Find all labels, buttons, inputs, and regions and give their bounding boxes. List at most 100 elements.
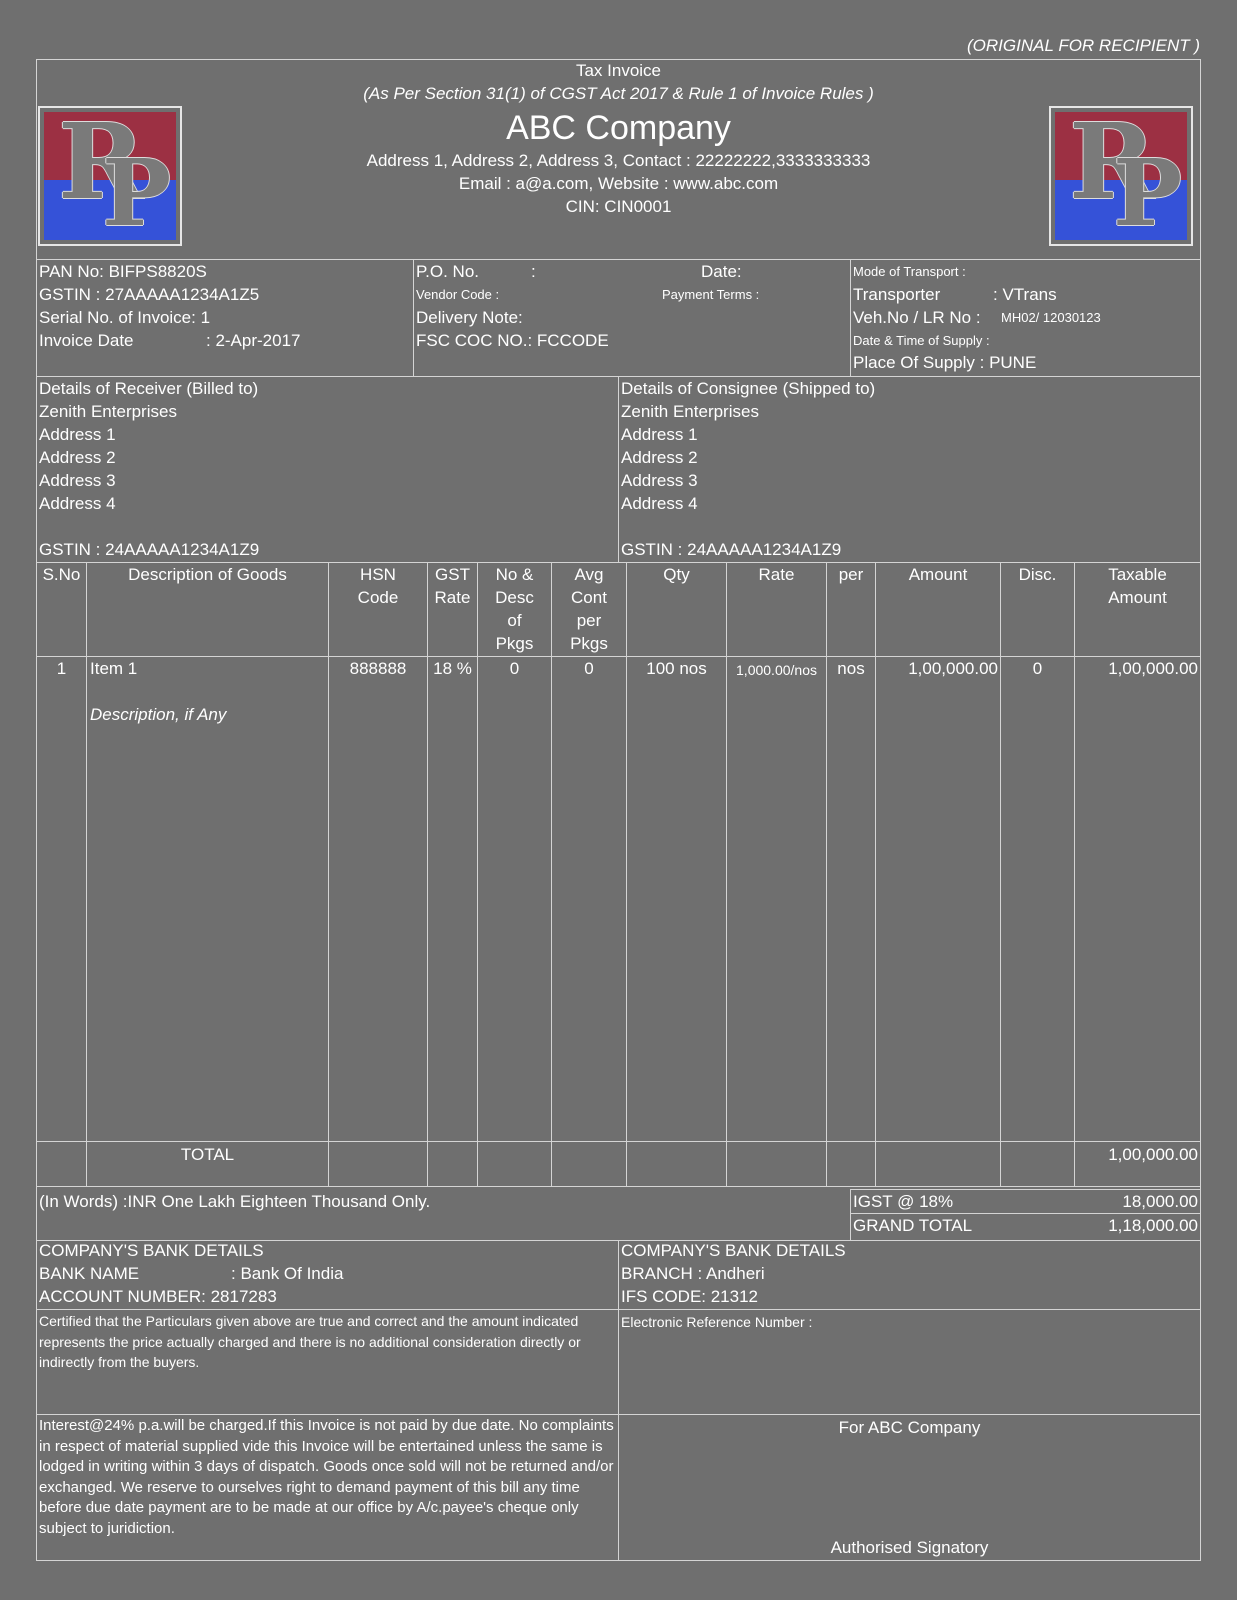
col-header-pkgs-2: Desc [495,588,534,607]
col-header-hsn-2: Code [357,588,399,607]
for-company: For ABC Company [838,1418,981,1437]
receiver-heading: Details of Receiver (Billed to) [39,379,259,398]
col-header-disc: Disc. [1018,565,1057,584]
cell-hsn: 888888 [349,659,407,678]
company-name: ABC Company [506,109,731,147]
divider-bottom-v [618,1240,619,1561]
copy-label: (ORIGINAL FOR RECIPIENT ) [967,36,1200,55]
divider-parties-v [618,376,619,562]
consignee-address-1: Address 1 [621,425,698,444]
cell-taxable-amount: 1,00,000.00 [1108,659,1198,678]
bank-branch: BRANCH : Andheri [621,1264,765,1283]
payment-terms: Payment Terms : [662,287,760,302]
divider-info-v1 [413,259,414,376]
divider-header [36,259,1201,260]
col-line-10 [1000,562,1001,1186]
divider-table-end [36,1186,1201,1187]
col-line-3 [427,562,428,1186]
igst-value: 18,000.00 [1122,1192,1198,1211]
receiver-address-1: Address 1 [39,425,116,444]
cell-gst-rate: 18 % [433,659,472,678]
certification-text: Certified that the Particulars given abo… [39,1313,581,1370]
border-right [1200,59,1201,1561]
col-line-1 [86,562,87,1186]
vehicle-label: Veh.No / LR No : [853,308,981,327]
receiver-name: Zenith Enterprises [39,402,177,421]
col-header-description: Description of Goods [128,565,287,584]
po-colon: : [531,262,536,281]
po-number: P.O. No. [416,262,479,281]
col-line-7 [726,562,727,1186]
bank-name-value: : Bank Of India [231,1264,344,1283]
invoice-date-label: Invoice Date [39,331,134,350]
bank-heading-left: COMPANY'S BANK DETAILS [39,1241,264,1260]
col-header-gst-1: GST [435,565,470,584]
consignee-gstin: GSTIN : 24AAAAA1234A1Z9 [621,540,842,559]
divider-info-v2 [850,259,851,376]
col-line-6 [626,562,627,1186]
col-header-per: per [838,565,864,584]
total-value: 1,00,000.00 [1108,1145,1198,1164]
receiver-gstin: GSTIN : 24AAAAA1234A1Z9 [39,540,260,559]
cell-avg: 0 [584,659,594,678]
col-header-avg-3: per [576,611,602,630]
transporter-label: Transporter [853,285,941,304]
bank-name-label: BANK NAME [39,1264,140,1283]
invoice-date-value: : 2-Apr-2017 [206,331,301,350]
col-line-4 [477,562,478,1186]
total-label: TOTAL [180,1145,235,1164]
invoice-serial: Serial No. of Invoice: 1 [39,308,211,327]
electronic-reference-number: Electronic Reference Number : [621,1314,813,1330]
col-header-taxable-2: Amount [1108,588,1167,607]
cell-qty: 100 nos [646,659,707,678]
place-of-supply: Place Of Supply : PUNE [853,353,1037,372]
col-header-avg-2: Cont [571,588,607,607]
cell-item-name: Item 1 [90,659,138,678]
company-cin: CIN: CIN0001 [565,197,672,216]
cell-item-description: Description, if Any [90,705,227,724]
col-header-qty: Qty [663,565,690,584]
col-line-5 [551,562,552,1186]
consignee-address-4: Address 4 [621,494,698,513]
col-header-pkgs-1: No & [495,565,534,584]
consignee-address-2: Address 2 [621,448,698,467]
cell-amount: 1,00,000.00 [908,659,998,678]
summary-box-left [850,1189,851,1240]
terms-text: Interest@24% p.a.will be charged.If this… [39,1417,614,1537]
invoice-title: Tax Invoice [575,61,662,80]
mode-of-transport: Mode of Transport : [853,264,966,279]
pan-number: PAN No: BIFPS8820S [39,262,207,281]
col-header-pkgs-4: Pkgs [495,634,534,653]
col-header-taxable-1: Taxable [1108,565,1167,584]
fsc-coc-number: FSC COC NO.: FCCODE [416,331,609,350]
cell-per: nos [837,659,865,678]
consignee-heading: Details of Consignee (Shipped to) [621,379,876,398]
cell-disc: 0 [1032,659,1043,678]
receiver-address-3: Address 3 [39,471,116,490]
summary-box-mid [850,1213,1201,1214]
col-header-gst-2: Rate [434,588,471,607]
col-header-hsn-1: HSN [360,565,396,584]
amount-in-words: (In Words) :INR One Lakh Eighteen Thousa… [39,1192,431,1211]
col-header-avg-4: Pkgs [570,634,608,653]
receiver-address-4: Address 4 [39,494,116,513]
transporter-value: : VTrans [993,285,1057,304]
divider-table-head [36,656,1201,657]
col-header-rate: Rate [758,565,795,584]
col-line-8 [826,562,827,1186]
receiver-address-2: Address 2 [39,448,116,467]
bank-heading-right: COMPANY'S BANK DETAILS [621,1241,846,1260]
col-line-11 [1074,562,1075,1186]
consignee-name: Zenith Enterprises [621,402,759,421]
col-header-pkgs-3: of [507,611,522,630]
company-address: Address 1, Address 2, Address 3, Contact… [366,151,871,170]
company-email: Email : a@a.com, Website : www.abc.com [458,174,779,193]
col-header-amount: Amount [908,565,968,584]
date-time-supply: Date & Time of Supply : [853,333,990,348]
grand-total-label: GRAND TOTAL [853,1216,973,1235]
cell-pkgs: 0 [509,659,520,678]
igst-label: IGST @ 18% [853,1192,954,1211]
cell-rate: 1,000.00/nos [736,662,817,678]
po-date: Date: [701,262,742,281]
border-left [36,59,37,1561]
